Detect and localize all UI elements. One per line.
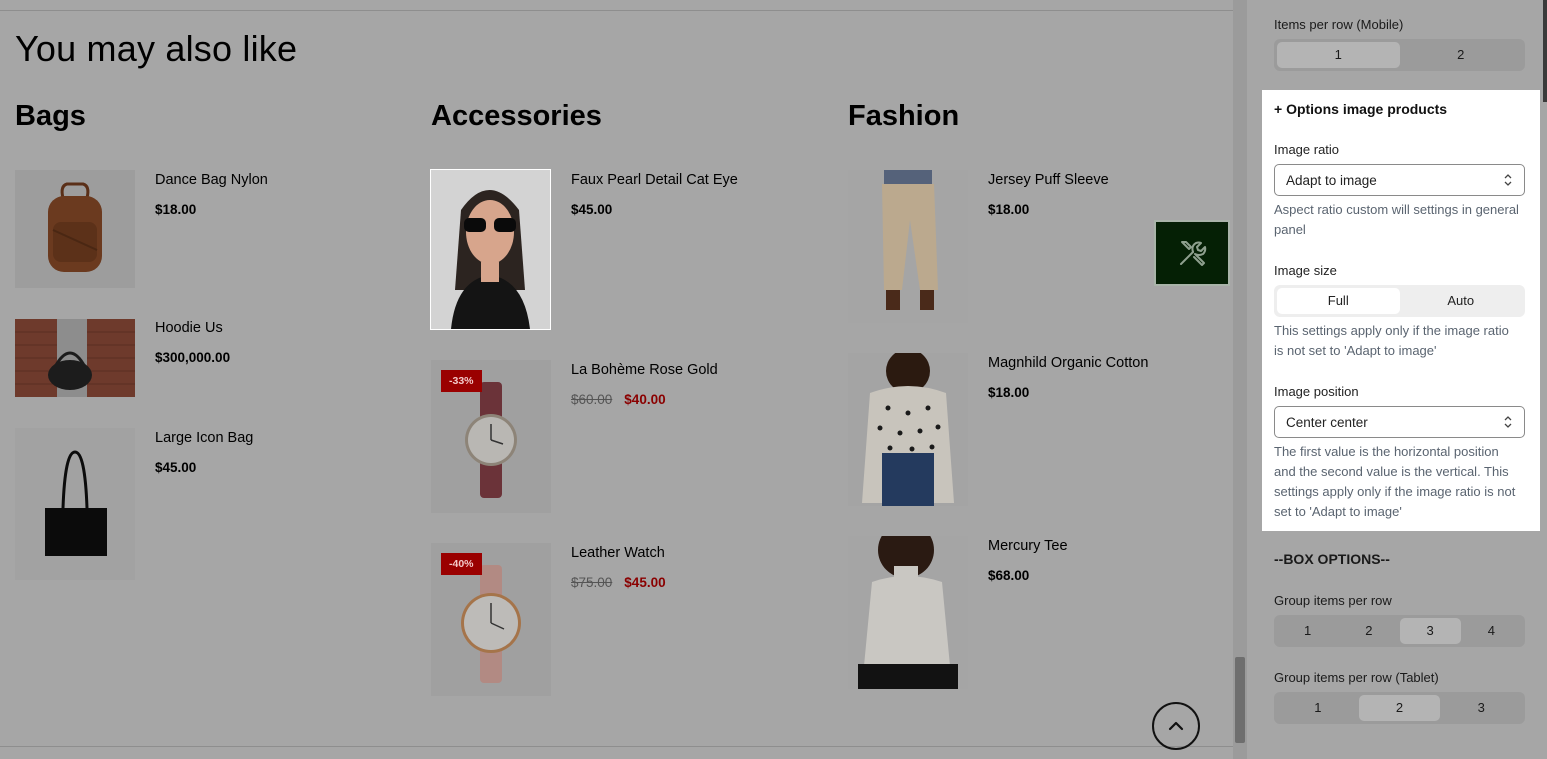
- image-position-value: Center center: [1286, 414, 1368, 430]
- sale-price: $40.00: [624, 392, 666, 407]
- product-image-pink-watch[interactable]: -40%: [431, 543, 551, 696]
- image-position-help: The first value is the horizontal positi…: [1274, 444, 1516, 519]
- segment-option-1[interactable]: 1: [1277, 42, 1400, 68]
- product-image-tote-bag[interactable]: [15, 428, 135, 580]
- product-price-group: $60.00 $40.00: [571, 392, 666, 407]
- box-options-title: --BOX OPTIONS--: [1274, 551, 1390, 567]
- column-title-bags[interactable]: Bags: [15, 100, 86, 133]
- group-items-per-row-label: Group items per row: [1274, 593, 1392, 608]
- original-price: $60.00: [571, 392, 613, 407]
- scroll-to-top-button[interactable]: [1152, 702, 1200, 750]
- segment-option-4[interactable]: 4: [1461, 618, 1522, 644]
- segment-option-1[interactable]: 1: [1277, 695, 1359, 721]
- product-name[interactable]: Dance Bag Nylon: [155, 172, 268, 188]
- main-scrollbar[interactable]: [1233, 0, 1247, 759]
- image-ratio-select[interactable]: Adapt to image: [1274, 164, 1525, 196]
- image-size-toggle: Full Auto: [1274, 285, 1525, 317]
- product-price: $18.00: [155, 202, 197, 217]
- product-name[interactable]: Hoodie Us: [155, 320, 223, 336]
- group-items-per-row-tablet-toggle: 1 2 3: [1274, 692, 1525, 724]
- product-image-backpack[interactable]: [15, 170, 135, 288]
- segment-option-full[interactable]: Full: [1277, 288, 1400, 314]
- divider: [0, 10, 1233, 11]
- image-ratio-value: Adapt to image: [1286, 172, 1377, 188]
- sale-price: $45.00: [624, 575, 666, 590]
- segment-option-3[interactable]: 3: [1399, 618, 1461, 644]
- group-items-per-row-tablet-label: Group items per row (Tablet): [1274, 670, 1439, 685]
- product-price: $18.00: [988, 385, 1030, 400]
- product-price: $300,000.00: [155, 350, 231, 365]
- product-image-burgundy-watch[interactable]: -33%: [431, 360, 551, 513]
- items-per-row-mobile-toggle: 1 2: [1274, 39, 1525, 71]
- product-name[interactable]: Mercury Tee: [988, 538, 1068, 554]
- segment-option-1[interactable]: 1: [1277, 618, 1338, 644]
- segment-option-2[interactable]: 2: [1338, 618, 1399, 644]
- product-price: $45.00: [155, 460, 197, 475]
- segment-option-2[interactable]: 2: [1358, 695, 1441, 721]
- product-name[interactable]: Large Icon Bag: [155, 430, 253, 446]
- product-name[interactable]: Leather Watch: [571, 545, 665, 561]
- group-items-per-row-toggle: 1 2 3 4: [1274, 615, 1525, 647]
- product-price: $18.00: [988, 202, 1030, 217]
- image-position-select[interactable]: Center center: [1274, 406, 1525, 438]
- image-size-help: This settings apply only if the image ra…: [1274, 323, 1509, 358]
- product-image-sunglasses[interactable]: [430, 169, 551, 330]
- product-image-turtleneck[interactable]: [848, 536, 968, 689]
- image-ratio-help: Aspect ratio custom will settings in gen…: [1274, 202, 1519, 237]
- product-name[interactable]: Jersey Puff Sleeve: [988, 172, 1109, 188]
- product-name[interactable]: Magnhild Organic Cotton: [988, 355, 1148, 371]
- items-per-row-mobile-label: Items per row (Mobile): [1274, 17, 1404, 32]
- segment-option-2[interactable]: 2: [1400, 42, 1523, 68]
- original-price: $75.00: [571, 575, 613, 590]
- segment-option-auto[interactable]: Auto: [1400, 288, 1523, 314]
- divider: [0, 746, 1233, 747]
- column-title-accessories[interactable]: Accessories: [431, 100, 602, 133]
- product-price: $68.00: [988, 568, 1030, 583]
- tools-icon: [1180, 241, 1207, 266]
- column-title-fashion[interactable]: Fashion: [848, 100, 959, 133]
- image-ratio-label: Image ratio: [1274, 142, 1340, 157]
- product-image-trousers[interactable]: [848, 170, 968, 323]
- discount-badge: -33%: [441, 370, 482, 392]
- page-title: You may also like: [15, 28, 298, 69]
- product-name[interactable]: La Bohème Rose Gold: [571, 362, 718, 378]
- image-position-label: Image position: [1274, 384, 1359, 399]
- main-content: You may also like Bags Accessories Fashi…: [0, 0, 1233, 759]
- product-name[interactable]: Faux Pearl Detail Cat Eye: [571, 172, 738, 188]
- tools-button[interactable]: [1154, 220, 1230, 286]
- select-arrows-icon: [1504, 174, 1512, 186]
- options-image-section: + Options image products Image ratio Ada…: [1262, 90, 1540, 531]
- product-image-sweater[interactable]: [848, 353, 968, 506]
- panel-scrollbar-thumb[interactable]: [1543, 0, 1547, 102]
- product-price: $45.00: [571, 202, 613, 217]
- segment-option-3[interactable]: 3: [1440, 695, 1522, 721]
- product-image-shoulder-bag[interactable]: [15, 319, 135, 397]
- select-arrows-icon: [1504, 416, 1512, 428]
- discount-badge: -40%: [441, 553, 482, 575]
- chevron-up-icon: [1168, 721, 1184, 731]
- options-image-title[interactable]: + Options image products: [1274, 101, 1447, 117]
- main-scrollbar-thumb[interactable]: [1235, 657, 1245, 743]
- image-size-label: Image size: [1274, 263, 1337, 278]
- product-price-group: $75.00 $45.00: [571, 575, 666, 590]
